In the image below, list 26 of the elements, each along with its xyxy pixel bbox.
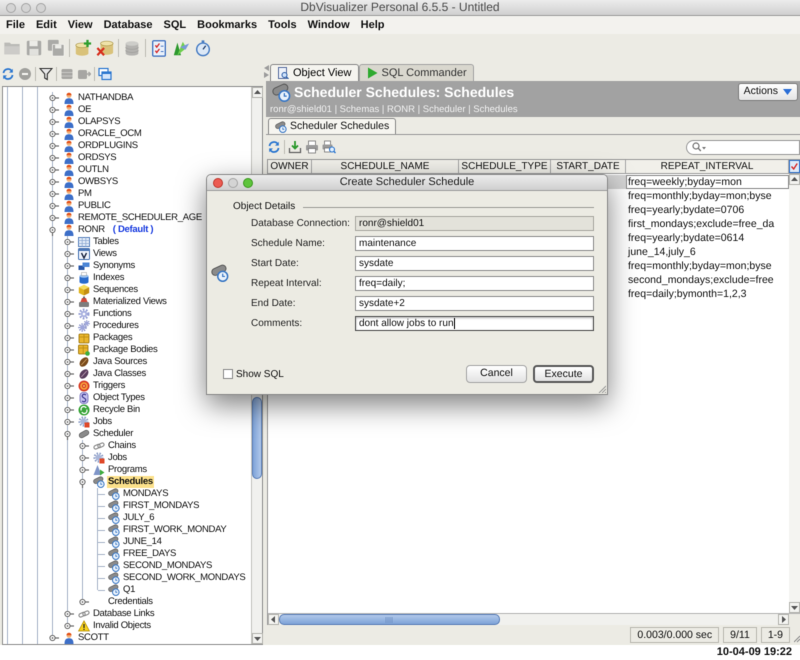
table-cell-text: second_mondays;exclude=free: [627, 273, 775, 287]
timestamp: 10-04-09 19:22: [716, 645, 792, 660]
table-cell-text: first_mondays;exclude=free_da: [627, 217, 776, 231]
status-cell: 1-9: [760, 627, 790, 643]
table-cell-text: freq=yearly;bydate=0614: [627, 231, 746, 245]
object-title: Scheduler Schedules: Schedules: [294, 83, 514, 102]
table-cell-text: freq=daily;bymonth=1,2,3: [627, 287, 748, 301]
status-cell: 9/11: [723, 627, 757, 643]
window-title: Create Scheduler Schedule: [340, 175, 474, 190]
status-cell: 0.003/0.000 sec: [630, 627, 720, 643]
field-label: End Date:: [251, 296, 296, 310]
checkbox-label: Show SQL: [236, 368, 284, 382]
window-title: DbVisualizer Personal 6.5.5 - Untitled: [300, 0, 500, 15]
field-label: Database Connection:: [251, 216, 351, 230]
field-label: Start Date:: [251, 256, 300, 270]
table-cell-text: june_14,july_6: [626, 245, 697, 259]
group-label: Object Details: [233, 201, 296, 213]
field-label: Repeat Interval:: [251, 276, 323, 290]
default-marker: ( Default ): [112, 224, 154, 236]
field-label: Comments:: [251, 316, 304, 330]
table-cell-text: freq=monthly;byday=mon;byse: [627, 189, 773, 203]
field-label: Schedule Name:: [251, 236, 326, 250]
table-cell-text: freq=monthly;byday=mon;byse: [627, 259, 773, 273]
table-cell-text: freq=yearly;bydate=0706: [627, 203, 746, 217]
breadcrumb: ronr@shield01 | Schemas | RONR | Scheduler | Schedules: [270, 104, 518, 115]
table-cell: freq=weekly;byday=mon: [626, 175, 789, 189]
